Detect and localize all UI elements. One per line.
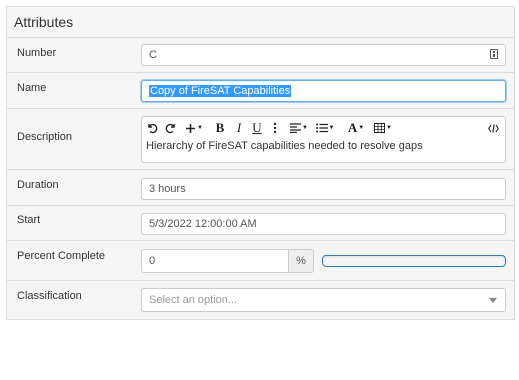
classification-placeholder: Select an option... (149, 294, 238, 306)
start-field[interactable]: 5/3/2022 12:00:00 AM (141, 213, 506, 235)
code-view-icon[interactable] (487, 119, 499, 137)
info-icon[interactable] (490, 49, 498, 59)
classification-row: Classification Select an option... (7, 280, 514, 319)
underline-icon[interactable]: U (251, 119, 263, 137)
percent-row: Percent Complete 0 % (7, 240, 514, 280)
start-value: 5/3/2022 12:00:00 AM (149, 218, 257, 230)
progress-bar (322, 255, 506, 267)
start-row: Start 5/3/2022 12:00:00 AM (7, 205, 514, 240)
percent-label: Percent Complete (17, 250, 106, 262)
classification-label: Classification (17, 290, 82, 302)
description-editor[interactable]: ▼ B I U ▼ ▼ A ▼ ▼ Hierarchy of FireSAT c… (141, 116, 506, 163)
insert-icon[interactable]: ▼ (184, 119, 204, 137)
name-field[interactable]: Copy of FireSAT Capabilities (141, 80, 506, 102)
redo-icon[interactable] (164, 119, 178, 137)
align-icon[interactable]: ▼ (289, 119, 309, 137)
classification-select[interactable]: Select an option... (141, 288, 506, 312)
chevron-down-icon (489, 298, 497, 303)
panel-title: Attributes (14, 14, 74, 30)
start-label: Start (17, 214, 41, 226)
description-row: Description ▼ B I U ▼ ▼ A ▼ ▼ Hierarchy … (7, 108, 514, 169)
attributes-panel: Attributes Number C Name Copy of FireSAT… (6, 6, 515, 320)
duration-row: Duration 3 hours (7, 169, 514, 205)
name-label: Name (17, 82, 47, 94)
percent-value: 0 (149, 255, 156, 267)
percent-input[interactable]: 0 (141, 249, 289, 273)
description-text: Hierarchy of FireSAT capabilities needed… (146, 140, 423, 152)
table-icon[interactable]: ▼ (373, 119, 393, 137)
percent-unit: % (288, 249, 314, 273)
number-row: Number C (7, 37, 514, 72)
font-color-icon[interactable]: A ▼ (345, 119, 367, 137)
description-label: Description (17, 131, 73, 143)
duration-field[interactable]: 3 hours (141, 178, 506, 200)
italic-icon[interactable]: I (233, 119, 245, 137)
name-value: Copy of FireSAT Capabilities (149, 85, 292, 97)
bold-icon[interactable]: B (214, 119, 226, 137)
undo-icon[interactable] (145, 119, 159, 137)
duration-value: 3 hours (149, 183, 186, 195)
name-row: Name Copy of FireSAT Capabilities (7, 72, 514, 108)
more-vertical-icon[interactable] (271, 119, 279, 137)
duration-label: Duration (17, 179, 59, 191)
number-field[interactable]: C (141, 44, 506, 66)
number-value: C (149, 49, 157, 61)
editor-toolbar: ▼ B I U ▼ ▼ A ▼ ▼ (142, 119, 505, 137)
list-icon[interactable]: ▼ (315, 119, 335, 137)
number-label: Number (17, 47, 57, 59)
